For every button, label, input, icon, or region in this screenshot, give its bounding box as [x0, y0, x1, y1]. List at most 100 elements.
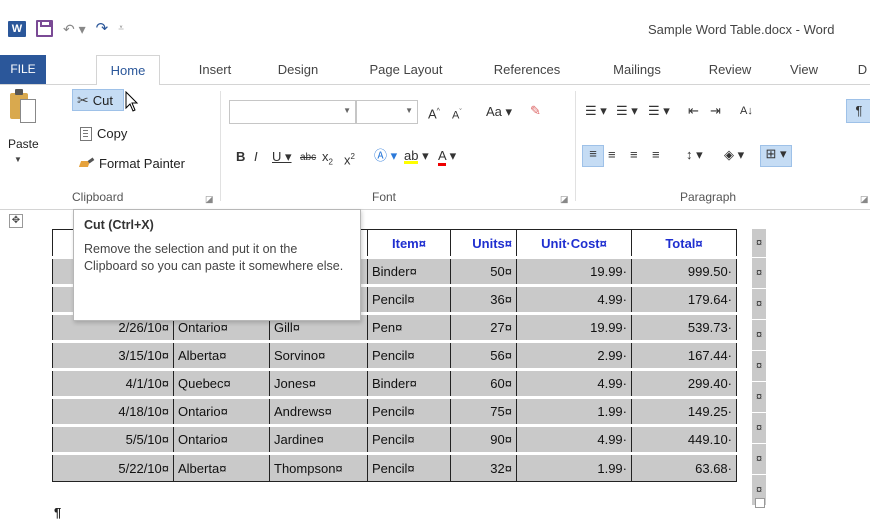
tab-page-layout[interactable]: Page Layout — [360, 55, 452, 84]
tab-mailings[interactable]: Mailings — [602, 55, 672, 84]
table-cell[interactable]: Jardine¤ — [269, 424, 368, 454]
table-cell[interactable]: 1.99· — [516, 452, 632, 482]
table-cell[interactable]: 75¤ — [450, 396, 517, 426]
table-cell[interactable]: 36¤ — [450, 284, 517, 314]
table-cell[interactable]: 5/22/10¤ — [52, 452, 174, 482]
table-cell[interactable]: 4.99· — [516, 284, 632, 314]
redo-icon[interactable]: ↷ — [96, 20, 109, 37]
justify-icon[interactable]: ≡ — [652, 147, 660, 163]
table-cell[interactable]: 179.64· — [631, 284, 737, 314]
table-cell[interactable]: 50¤ — [450, 256, 517, 286]
undo-icon[interactable]: ↶ ▾ — [63, 21, 86, 37]
subscript-icon[interactable]: x2 — [322, 149, 333, 171]
align-right-icon[interactable]: ≡ — [630, 147, 638, 163]
table-cell[interactable]: 4.99· — [516, 368, 632, 398]
table-cell[interactable]: 90¤ — [450, 424, 517, 454]
table-cell[interactable]: Pencil¤ — [367, 284, 451, 314]
save-icon[interactable] — [36, 20, 53, 37]
table-cell[interactable]: 3/15/10¤ — [52, 340, 174, 370]
table-cell[interactable]: 4/1/10¤ — [52, 368, 174, 398]
copy-button[interactable]: Copy — [80, 126, 127, 141]
tab-view[interactable]: View — [784, 55, 824, 84]
table-cell[interactable]: Quebec¤ — [173, 368, 270, 398]
table-cell[interactable]: Binder¤ — [367, 368, 451, 398]
table-cell[interactable]: Alberta¤ — [173, 452, 270, 482]
sort-icon[interactable]: A↓ — [740, 103, 753, 119]
multilevel-list-icon[interactable]: ☰ ▾ — [648, 103, 670, 119]
table-cell[interactable]: Andrews¤ — [269, 396, 368, 426]
format-painter-button[interactable]: Format Painter — [80, 156, 185, 171]
tab-home[interactable]: Home — [96, 55, 160, 86]
tab-design[interactable]: Design — [270, 55, 326, 84]
tab-review[interactable]: Review — [702, 55, 758, 84]
table-cell[interactable]: 167.44· — [631, 340, 737, 370]
table-cell[interactable]: Sorvino¤ — [269, 340, 368, 370]
table-cell[interactable]: 19.99· — [516, 312, 632, 342]
table-cell[interactable]: Alberta¤ — [173, 340, 270, 370]
table-cell[interactable]: 299.40· — [631, 368, 737, 398]
table-cell[interactable]: 60¤ — [450, 368, 517, 398]
paste-button[interactable]: Paste — [8, 137, 39, 151]
cut-button[interactable]: ✂ Cut — [72, 89, 124, 111]
decrease-indent-icon[interactable]: ⇤ — [688, 103, 699, 119]
borders-icon[interactable]: ⊞ ▾ — [760, 145, 792, 167]
numbering-icon[interactable]: ☰ ▾ — [616, 103, 638, 119]
shading-icon[interactable]: ◈ ▾ — [724, 147, 744, 163]
paste-dropdown-icon[interactable]: ▼ — [14, 155, 22, 164]
header-cell[interactable]: Total¤ — [631, 229, 737, 258]
clipboard-launcher-icon[interactable]: ◪ — [205, 194, 214, 205]
table-cell[interactable]: 27¤ — [450, 312, 517, 342]
table-cell[interactable]: 19.99· — [516, 256, 632, 286]
paste-icon[interactable] — [10, 89, 36, 123]
customize-qat-icon[interactable]: ⩡ — [118, 21, 124, 37]
header-cell[interactable]: Units¤ — [450, 229, 517, 258]
table-cell[interactable]: 2.99· — [516, 340, 632, 370]
table-cell[interactable]: 4/18/10¤ — [52, 396, 174, 426]
bullets-icon[interactable]: ☰ ▾ — [585, 103, 607, 119]
table-cell[interactable]: 63.68· — [631, 452, 737, 482]
change-case-icon[interactable]: Aa ▾ — [486, 104, 512, 120]
paragraph-launcher-icon[interactable]: ◪ — [860, 194, 869, 205]
table-cell[interactable]: Pencil¤ — [367, 424, 451, 454]
italic-icon[interactable]: I — [254, 149, 258, 165]
font-launcher-icon[interactable]: ◪ — [560, 194, 569, 205]
table-cell[interactable]: Jones¤ — [269, 368, 368, 398]
underline-icon[interactable]: U ▾ — [272, 149, 292, 165]
table-cell[interactable]: Ontario¤ — [173, 424, 270, 454]
bold-icon[interactable]: B — [236, 149, 245, 165]
table-cell[interactable]: 449.10· — [631, 424, 737, 454]
table-cell[interactable]: 5/5/10¤ — [52, 424, 174, 454]
align-center-icon[interactable]: ≡ — [608, 147, 616, 163]
align-left-icon[interactable]: ≡ — [582, 145, 604, 167]
table-cell[interactable]: Pencil¤ — [367, 340, 451, 370]
table-cell[interactable]: Pencil¤ — [367, 396, 451, 426]
increase-indent-icon[interactable]: ⇥ — [710, 103, 721, 119]
font-color-icon[interactable]: A ▾ — [438, 148, 456, 166]
table-cell[interactable]: Pencil¤ — [367, 452, 451, 482]
shrink-font-icon[interactable]: Aˇ — [452, 105, 462, 124]
table-cell[interactable]: 32¤ — [450, 452, 517, 482]
table-cell[interactable]: 539.73· — [631, 312, 737, 342]
tab-references[interactable]: References — [484, 55, 570, 84]
table-resize-handle[interactable] — [755, 498, 765, 508]
clear-formatting-icon[interactable]: ✎ — [530, 103, 541, 119]
line-spacing-icon[interactable]: ↕ ▾ — [686, 147, 703, 163]
table-cell[interactable]: Thompson¤ — [269, 452, 368, 482]
table-cell[interactable]: Ontario¤ — [173, 396, 270, 426]
tab-file[interactable]: FILE — [0, 55, 46, 84]
text-effects-icon[interactable]: Ⓐ ▾ — [374, 148, 397, 164]
font-name-combobox[interactable]: ▼ — [229, 100, 356, 124]
strikethrough-icon[interactable]: abc — [300, 150, 316, 166]
word-logo-icon[interactable]: W — [8, 20, 26, 37]
header-cell[interactable]: Item¤ — [367, 229, 451, 258]
tab-insert[interactable]: Insert — [190, 55, 240, 84]
table-cell[interactable]: 1.99· — [516, 396, 632, 426]
table-cell[interactable]: 999.50· — [631, 256, 737, 286]
font-size-combobox[interactable]: ▼ — [356, 100, 418, 124]
table-move-handle-icon[interactable]: ✥ — [9, 214, 23, 228]
table-cell[interactable]: 4.99· — [516, 424, 632, 454]
highlight-icon[interactable]: ab ▾ — [404, 148, 429, 164]
table-cell[interactable]: Binder¤ — [367, 256, 451, 286]
table-cell[interactable]: 149.25· — [631, 396, 737, 426]
tab-developer[interactable]: D — [855, 55, 870, 84]
